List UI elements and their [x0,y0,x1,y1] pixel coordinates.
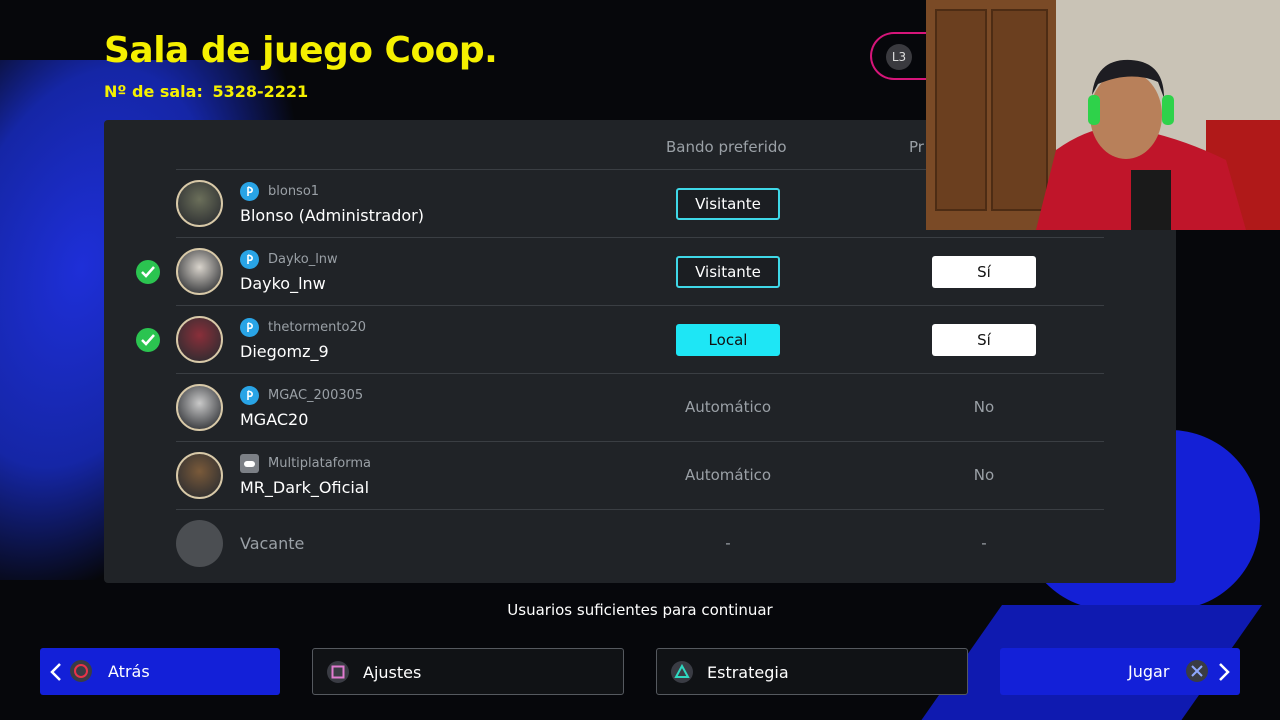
player-name: Vacante [240,534,305,553]
back-button[interactable]: Atrás [40,648,280,695]
strategy-button-label: Estrategia [707,663,789,682]
playstation-icon [240,182,259,201]
column-header-side: Bando preferido [666,138,787,156]
chevron-left-icon [50,663,61,681]
room-number-label: Nº de sala: [104,82,203,101]
player-row[interactable]: thetormento20 Diegomz_9 Local Sí [104,306,1176,374]
play-button-label: Jugar [1128,662,1170,681]
gamepad-icon [240,454,259,473]
player-name: Diegomz_9 [240,342,329,361]
avatar [176,180,223,227]
player-row[interactable]: Vacante - - [104,510,1176,578]
cross-button-icon [1186,660,1208,682]
settings-button-label: Ajustes [363,663,422,682]
room-number-value: 5328-2221 [212,82,309,101]
player-name: Blonso (Administrador) [240,206,424,225]
playstation-icon [240,386,259,405]
player-row[interactable]: Multiplataforma MR_Dark_Oficial Automático… [104,442,1176,510]
player-name: Dayko_lnw [240,274,326,293]
preferred-side: Automático [684,466,772,484]
play-button[interactable]: Jugar [1000,648,1240,695]
playstation-icon [240,250,259,269]
player-name: MGAC20 [240,410,309,429]
avatar [176,384,223,431]
avatar [176,248,223,295]
strategy-button[interactable]: Estrategia [656,648,968,695]
preference-value: No [973,398,995,416]
circle-button-icon [70,660,92,682]
player-row[interactable]: MGAC_200305 MGAC20 Automático No [104,374,1176,442]
player-name: MR_Dark_Oficial [240,478,370,497]
avatar [176,316,223,363]
room-number-line: Nº de sala: 5328-2221 [104,82,308,101]
player-user-id: blonso1 [268,184,320,199]
player-user-id: thetormento20 [268,320,366,335]
player-user-id: Dayko_lnw [268,252,338,267]
ready-check-icon [136,260,160,284]
preferred-side: - [725,534,731,552]
ready-check-icon [136,328,160,352]
triangle-button-icon [671,661,693,683]
chevron-right-icon [1219,663,1230,681]
page-title: Sala de juego Coop. [104,30,498,71]
player-user-id: Multiplataforma [268,456,371,471]
column-header-preference: Pr [909,138,924,156]
preference-value[interactable]: Sí [932,324,1036,356]
player-row[interactable]: Dayko_lnw Dayko_lnw Visitante Sí [104,238,1176,306]
l3-button-icon: L3 [886,44,912,70]
preference-value[interactable]: Sí [932,256,1036,288]
preferred-side[interactable]: Local [676,324,780,356]
webcam-overlay [926,0,1280,230]
avatar [176,520,223,567]
preferred-side[interactable]: Visitante [676,256,780,288]
status-message: Usuarios suficientes para continuar [507,601,773,619]
preferred-side[interactable]: Visitante [676,188,780,220]
preferred-side: Automático [684,398,772,416]
preference-value: No [973,466,995,484]
player-user-id: MGAC_200305 [268,388,364,403]
settings-button[interactable]: Ajustes [312,648,624,695]
playstation-icon [240,318,259,337]
avatar [176,452,223,499]
preference-value: - [981,534,987,552]
square-button-icon [327,661,349,683]
back-button-label: Atrás [108,662,150,681]
